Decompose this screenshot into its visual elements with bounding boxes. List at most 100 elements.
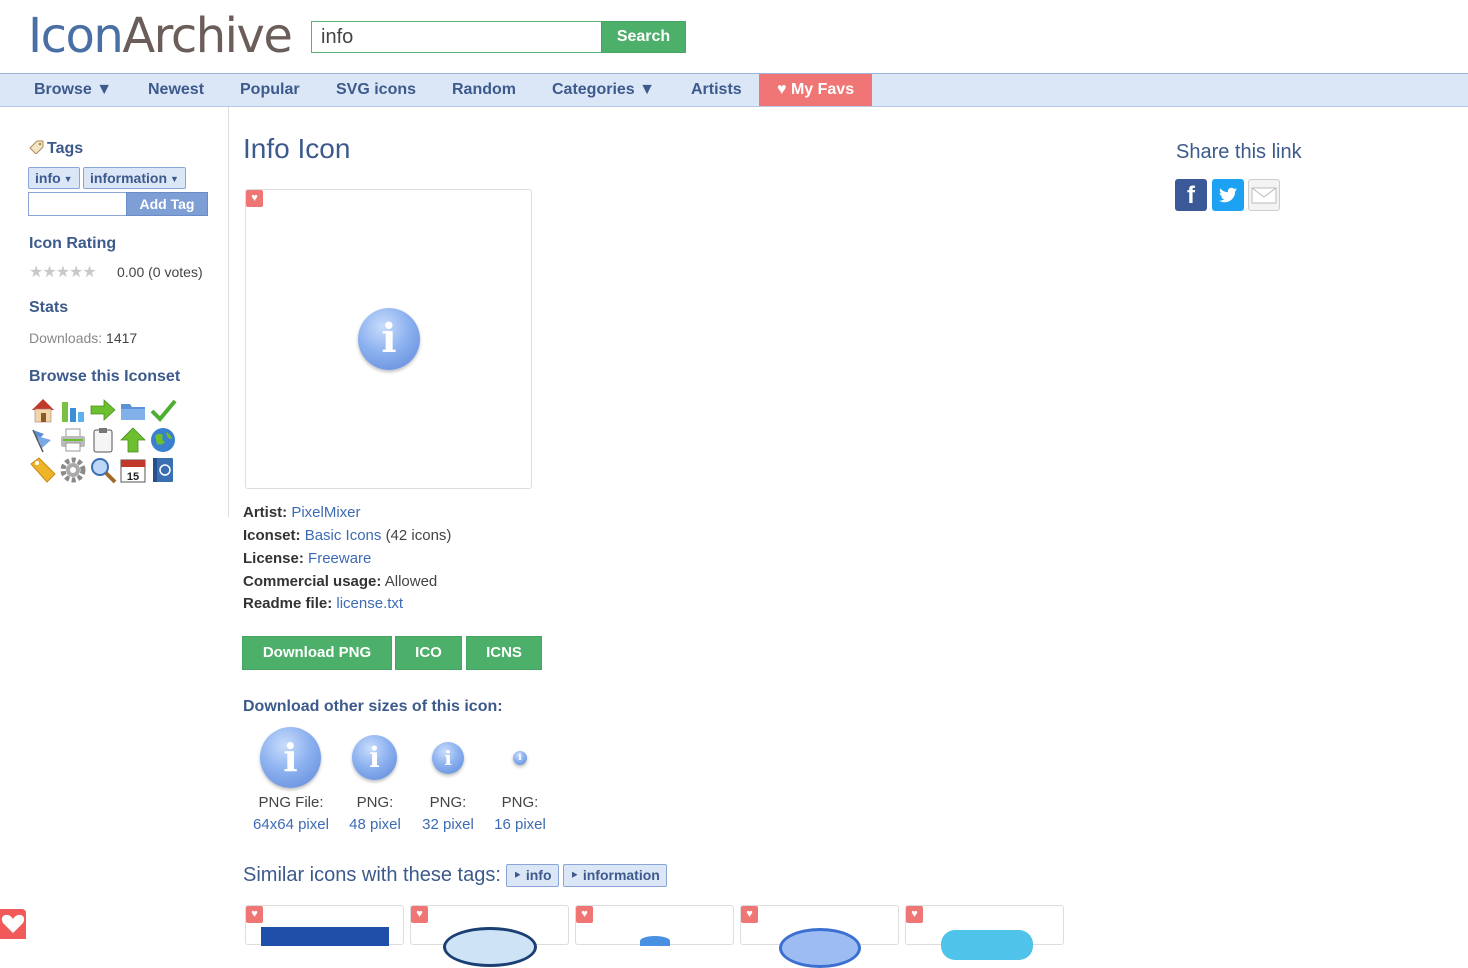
globe-icon[interactable]: [149, 426, 177, 454]
home-icon[interactable]: [29, 396, 57, 424]
tag-chip-label: information: [90, 170, 167, 186]
gear-icon[interactable]: [59, 456, 87, 484]
meta-artist: Artist: PixelMixer: [243, 504, 361, 521]
similar-heading: Similar icons with these tags:: [243, 864, 501, 886]
nav-browse[interactable]: Browse ▼: [34, 74, 112, 106]
email-share-icon[interactable]: [1248, 179, 1280, 211]
bar-chart-icon[interactable]: [59, 396, 87, 424]
tag-chip-label: info: [35, 170, 61, 186]
meta-label: License:: [243, 550, 304, 567]
caret-down-icon: ▼: [63, 174, 73, 184]
nav-my-favs[interactable]: ♥ My Favs: [759, 74, 873, 106]
meta-readme: Readme file: license.txt: [243, 595, 403, 612]
download-png-button[interactable]: Download PNG: [242, 636, 392, 670]
iconset-link[interactable]: Basic Icons: [305, 527, 382, 544]
readme-link[interactable]: license.txt: [336, 595, 403, 612]
other-sizes-heading: Download other sizes of this icon:: [243, 698, 503, 715]
meta-license: License: Freeware: [243, 550, 371, 567]
tag-chip-information[interactable]: information ▼: [83, 167, 186, 189]
downloads-stat: Downloads: 1417: [29, 330, 137, 346]
tags-heading-label: Tags: [47, 140, 84, 157]
artist-link[interactable]: PixelMixer: [291, 504, 360, 521]
rating-stars[interactable]: ★★★★★: [29, 262, 97, 282]
checkmark-icon[interactable]: [149, 396, 177, 424]
add-fav-icon[interactable]: ♥: [246, 906, 263, 923]
add-fav-icon[interactable]: ♥: [411, 906, 428, 923]
commercial-value: Allowed: [384, 573, 438, 590]
similar-icon-thumb: [261, 927, 389, 946]
logo-text-archive: Archive: [122, 8, 293, 64]
add-fav-icon[interactable]: ♥: [906, 906, 923, 923]
meta-label: Iconset:: [243, 527, 301, 544]
clipboard-icon[interactable]: [89, 426, 117, 454]
site-logo[interactable]: IconArchive: [28, 8, 293, 64]
main-nav: Browse ▼ Newest Popular SVG icons Random…: [0, 73, 1468, 107]
page-title: Info Icon: [243, 133, 351, 164]
add-tag-input[interactable]: [28, 192, 127, 216]
similar-tag-information[interactable]: ‣ information: [563, 864, 667, 887]
site-header: IconArchive Search: [0, 0, 1468, 73]
similar-icon-card[interactable]: ♥: [905, 905, 1064, 960]
tag-chip-info[interactable]: info ▼: [28, 167, 80, 189]
license-link[interactable]: Freeware: [308, 550, 371, 567]
similar-icon-thumb: [779, 928, 861, 968]
search-input[interactable]: [311, 21, 602, 53]
facebook-share-icon[interactable]: f: [1175, 179, 1207, 211]
add-fav-icon[interactable]: ♥: [576, 906, 593, 923]
nav-newest[interactable]: Newest: [148, 74, 204, 106]
nav-categories[interactable]: Categories ▼: [552, 74, 655, 106]
similar-tag-info[interactable]: ‣ info: [506, 864, 559, 887]
meta-label: Readme file:: [243, 595, 333, 612]
magnifier-icon[interactable]: [89, 456, 117, 484]
nav-svg-icons[interactable]: SVG icons: [336, 74, 416, 106]
iconset-grid: 15: [29, 396, 181, 486]
size-label: PNG:: [501, 794, 539, 811]
flags-icon[interactable]: [29, 426, 57, 454]
calendar-icon[interactable]: 15: [119, 456, 147, 484]
address-book-icon[interactable]: [149, 456, 177, 484]
downloads-value: 1417: [106, 330, 138, 346]
search-button[interactable]: Search: [601, 21, 686, 53]
iconset-count: (42 icons): [385, 527, 452, 544]
favorites-heart-icon[interactable]: [0, 909, 26, 939]
meta-label: Artist:: [243, 504, 288, 521]
download-icns-button[interactable]: ICNS: [466, 636, 542, 670]
calendar-day: 15: [127, 471, 139, 483]
add-fav-icon[interactable]: ♥: [246, 190, 263, 207]
info-icon-16[interactable]: i: [513, 751, 527, 765]
printer-icon[interactable]: [59, 426, 87, 454]
similar-icon-thumb: [443, 927, 537, 967]
caret-down-icon: ▼: [170, 174, 179, 184]
nav-popular[interactable]: Popular: [240, 74, 300, 106]
arrow-up-icon[interactable]: [119, 426, 147, 454]
download-ico-button[interactable]: ICO: [395, 636, 462, 670]
arrow-right-icon[interactable]: [89, 396, 117, 424]
price-tag-icon[interactable]: [29, 456, 57, 484]
nav-random[interactable]: Random: [452, 74, 516, 106]
similar-icon-card[interactable]: ♥: [575, 905, 734, 946]
info-icon: i: [358, 308, 420, 370]
folder-icon[interactable]: [119, 396, 147, 424]
browse-iconset-heading: Browse this Iconset: [29, 368, 181, 385]
meta-commercial: Commercial usage: Allowed: [243, 573, 437, 590]
logo-text-icon: Icon: [28, 8, 124, 64]
stats-heading: Stats: [29, 299, 69, 316]
icon-preview: ♥ i: [245, 189, 532, 489]
meta-iconset: Iconset: Basic Icons (42 icons): [243, 527, 451, 544]
downloads-label: Downloads:: [29, 330, 103, 346]
similar-icon-thumb: [640, 936, 670, 946]
info-icon-48[interactable]: i: [352, 735, 397, 780]
similar-icon-card[interactable]: ♥: [410, 905, 569, 967]
rating-text: 0.00 (0 votes): [117, 264, 203, 280]
share-heading: Share this link: [1176, 141, 1302, 163]
similar-icon-card[interactable]: ♥: [740, 905, 899, 968]
size-link-16[interactable]: 16 pixel: [470, 816, 570, 833]
add-fav-icon[interactable]: ♥: [741, 906, 758, 923]
similar-icon-card[interactable]: ♥: [245, 905, 404, 946]
twitter-share-icon[interactable]: [1212, 179, 1244, 211]
tags-heading: Tags: [29, 139, 83, 158]
add-tag-button[interactable]: Add Tag: [126, 192, 208, 216]
info-icon-64[interactable]: i: [260, 727, 321, 788]
nav-artists[interactable]: Artists: [691, 74, 742, 106]
info-icon-32[interactable]: i: [432, 742, 464, 774]
